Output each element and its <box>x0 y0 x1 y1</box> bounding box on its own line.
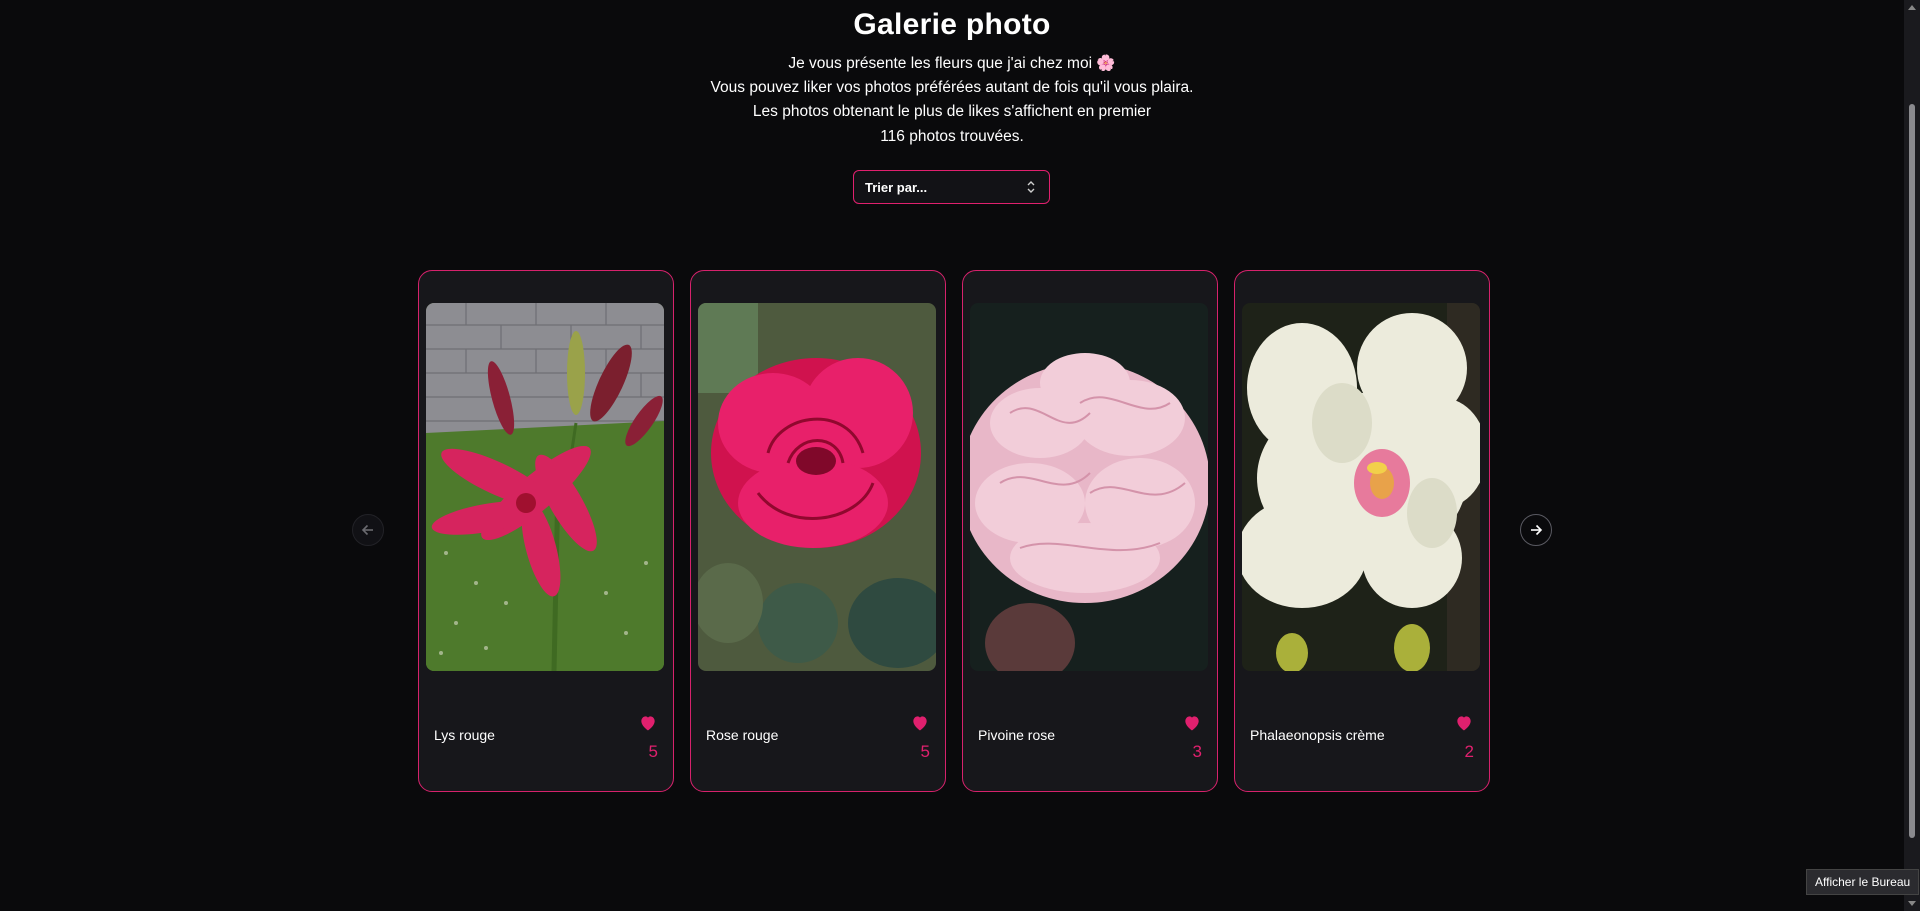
heart-icon <box>913 716 927 731</box>
like-button[interactable] <box>1182 713 1202 733</box>
like-count: 5 <box>648 742 658 761</box>
sort-select[interactable]: Trier par... <box>853 170 1050 204</box>
photo-card: Lys rouge 5 <box>418 270 674 792</box>
carousel-prev-button[interactable] <box>352 514 384 546</box>
photo-pivoine-rose <box>970 303 1208 671</box>
scroll-down-icon[interactable] <box>1908 901 1916 906</box>
like-count: 3 <box>1192 742 1202 761</box>
arrow-right-icon <box>1531 524 1543 536</box>
chevron-up-down-icon <box>1025 179 1037 195</box>
photo-rose-rouge <box>698 303 936 671</box>
sort-select-label: Trier par... <box>865 179 928 195</box>
like-count: 5 <box>920 742 930 761</box>
heart-icon <box>1185 716 1199 731</box>
intro-line: Je vous présente les fleurs que j'ai che… <box>788 55 1116 72</box>
like-button[interactable] <box>910 713 930 733</box>
scrollbar-thumb[interactable] <box>1909 104 1915 838</box>
photo-card: Pivoine rose 3 <box>962 270 1218 792</box>
photo-lys-rouge <box>426 303 664 671</box>
photo-title: Rose rouge <box>706 727 779 743</box>
photo-title: Pivoine rose <box>978 727 1056 743</box>
intro-text: Je vous présente les fleurs que j'ai che… <box>0 52 1904 149</box>
like-button[interactable] <box>638 713 658 733</box>
photo-card: Phalaeonopsis crème 2 <box>1234 270 1490 792</box>
arrow-left-icon <box>361 524 373 536</box>
vertical-scrollbar[interactable] <box>1904 0 1920 911</box>
intro-line: Les photos obtenant le plus de likes s'a… <box>752 103 1152 121</box>
gallery-page: Galerie photo Je vous présente les fleur… <box>0 0 1920 911</box>
photo-count: 116 photos trouvées. <box>880 127 1024 145</box>
photo-phalaenopsis-creme <box>1242 303 1480 671</box>
heart-icon <box>1457 716 1471 731</box>
photo-card: Rose rouge 5 <box>690 270 946 792</box>
photo-title: Phalaeonopsis crème <box>1250 727 1385 743</box>
show-desktop-tooltip: Afficher le Bureau <box>1806 869 1920 895</box>
scroll-up-icon[interactable] <box>1908 5 1916 10</box>
like-button[interactable] <box>1454 713 1474 733</box>
page-title: Galerie photo <box>853 8 1051 41</box>
carousel-next-button[interactable] <box>1520 514 1552 546</box>
photo-title: Lys rouge <box>434 727 495 743</box>
intro-line: Vous pouvez liker vos photos préférées a… <box>710 79 1194 97</box>
like-count: 2 <box>1464 742 1474 761</box>
heart-icon <box>641 716 655 731</box>
page-header: Galerie photo Je vous présente les fleur… <box>0 0 1904 149</box>
